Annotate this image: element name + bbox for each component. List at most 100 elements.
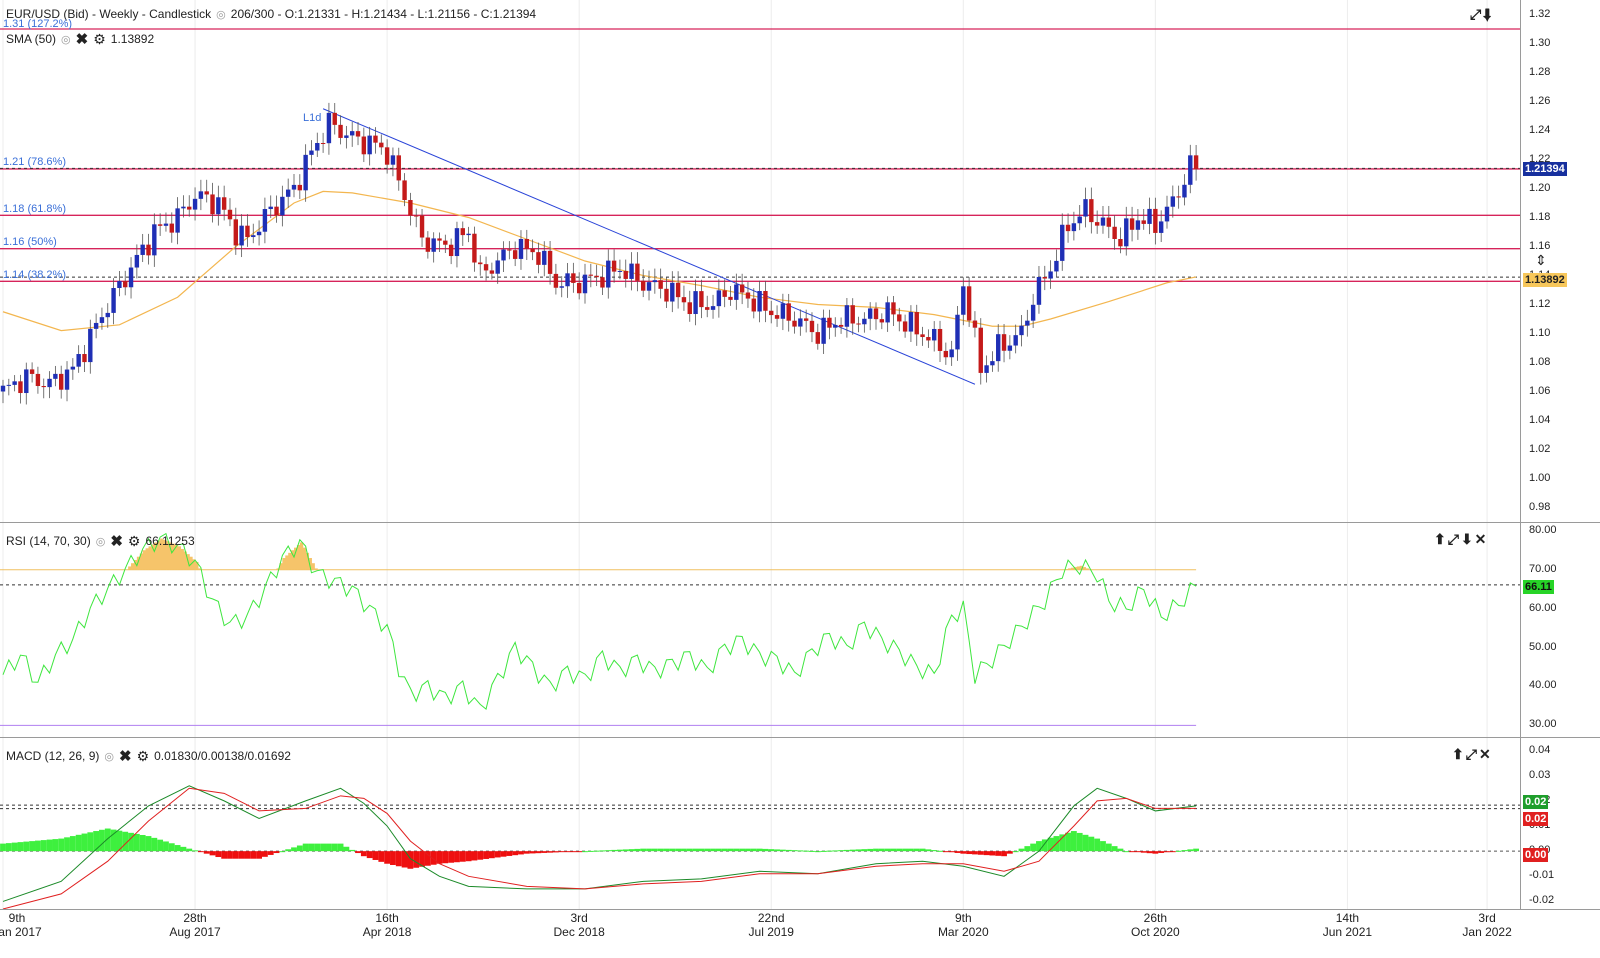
bear-candle [361, 136, 367, 155]
macd-histogram-bar [35, 840, 41, 852]
close-icon[interactable]: ✖ [76, 30, 89, 48]
bear-candle [274, 206, 279, 216]
bear-candle [425, 237, 431, 252]
macd-histogram-bar [46, 839, 53, 852]
macd-histogram-bar [261, 851, 268, 857]
bull-candle [1054, 260, 1059, 272]
arrow-down-icon[interactable]: ⬇ [1483, 6, 1494, 22]
eye-icon[interactable]: ◎ [61, 33, 71, 46]
fib-label-78: 1.21 (78.6%) [3, 156, 66, 168]
macd-histogram-bar [843, 849, 850, 852]
macd-histogram-bar [675, 848, 682, 852]
macd-histogram-bar [308, 843, 315, 852]
bear-candle [35, 373, 41, 387]
macd-histogram-bar [168, 843, 175, 852]
rsi-tick-label: 80.00 [1529, 523, 1557, 536]
macd-histogram-bar [1070, 831, 1077, 852]
rsi-pane[interactable]: RSI (14, 70, 30) ◎ ✖ ⚙ 66.11253 ⬆⤢⬇✕ [0, 523, 1520, 738]
bear-candle [902, 321, 908, 332]
expand-icon[interactable]: ⤢ [1466, 746, 1479, 762]
macd-histogram-bar [1082, 834, 1089, 852]
macd-histogram-bar [535, 851, 542, 854]
macd-histogram-bar [552, 851, 559, 853]
signal-line-tag: 0.02 [1523, 812, 1549, 826]
arrow-up-icon[interactable]: ⬆ [1452, 746, 1466, 762]
time-axis[interactable]: 9thJan 2017 28thAug 2017 16thApr 2018 3rdDe… [0, 909, 1600, 958]
macd-axis[interactable]: 0.040.030.020.010.00-0.01-0.02 0.02 0.02… [1520, 738, 1600, 910]
macd-histogram-bar [192, 850, 198, 852]
expand-icon[interactable]: ⤢ [1470, 6, 1483, 22]
close-icon[interactable]: ✕ [1479, 746, 1493, 762]
bull-candle [1083, 199, 1088, 217]
gear-icon[interactable]: ⚙ [128, 533, 141, 550]
macd-histogram-bar [221, 851, 228, 859]
fib-label-61: 1.18 (61.8%) [3, 203, 66, 215]
bull-candle [105, 312, 110, 318]
bull-candle [326, 112, 332, 144]
macd-histogram-bar [657, 848, 664, 852]
bear-candle [978, 327, 983, 373]
bull-candle [1077, 216, 1082, 224]
macd-histogram-bar [296, 845, 303, 852]
bear-candle [59, 373, 64, 390]
gear-icon[interactable]: ⚙ [93, 31, 106, 48]
price-tick-label: 1.08 [1529, 355, 1551, 368]
arrow-down-icon[interactable]: ⬇ [1461, 531, 1475, 547]
close-icon[interactable]: ✖ [119, 747, 132, 765]
bull-candle [734, 284, 739, 300]
macd-pane[interactable]: MACD (12, 26, 9) ◎ ✖ ⚙ 0.01830/0.00138/0… [0, 738, 1520, 910]
gear-icon[interactable]: ⚙ [137, 748, 150, 765]
rsi-value: 66.11253 [145, 534, 195, 548]
bear-candle [169, 223, 174, 233]
rsi-axis[interactable]: 80.00 70.00 60.00 50.00 40.00 30.00 66.11 [1520, 523, 1600, 738]
macd-histogram-bar [750, 848, 757, 852]
macd-histogram-bar [5, 843, 12, 852]
price-axis[interactable]: 1.321.301.281.261.241.221.201.181.161.14… [1520, 0, 1600, 523]
rsi-chart[interactable] [0, 523, 1520, 737]
bear-candle [687, 302, 692, 315]
macd-histogram-bar [390, 851, 396, 865]
candlestick-chart[interactable] [0, 0, 1520, 522]
macd-histogram-bar [331, 843, 338, 852]
price-tick-label: 1.18 [1529, 210, 1551, 223]
bear-candle [937, 328, 943, 351]
close-icon[interactable]: ✖ [110, 532, 123, 550]
bear-candle [827, 317, 832, 328]
overbought-fill [288, 552, 292, 570]
overbought-fill [128, 566, 132, 570]
bull-candle [93, 322, 99, 329]
macd-histogram-bar [69, 836, 76, 852]
eye-icon[interactable]: ◎ [104, 750, 114, 763]
bull-candle [163, 223, 169, 226]
bear-candle [594, 275, 599, 278]
macd-histogram-bar [942, 851, 949, 853]
rsi-tick-label: 60.00 [1529, 601, 1557, 614]
bull-candle [0, 385, 6, 392]
price-tick-label: 1.20 [1529, 181, 1551, 194]
macd-histogram-bar [151, 837, 158, 852]
macd-histogram-bar [1169, 851, 1176, 853]
bear-candle [803, 318, 809, 321]
macd-tick-label: 0.04 [1529, 743, 1551, 756]
macd-histogram-bar [1012, 851, 1019, 853]
price-pane[interactable]: EUR/USD (Bid) - Weekly - Candlestick ◎ 2… [0, 0, 1520, 523]
bear-candle [792, 320, 797, 327]
macd-histogram-bar [1006, 851, 1013, 854]
arrow-up-icon[interactable]: ⬆ [1434, 531, 1448, 547]
close-icon[interactable]: ✕ [1475, 531, 1489, 547]
bull-candle [1019, 325, 1024, 336]
bull-candle [280, 196, 285, 216]
macd-histogram-bar [832, 850, 839, 852]
expand-icon[interactable]: ⤢ [1448, 531, 1461, 547]
bull-candle [251, 235, 256, 238]
price-tick-label: 1.00 [1529, 471, 1551, 484]
eye-icon[interactable]: ◎ [216, 8, 226, 21]
macd-histogram-bar [1065, 832, 1071, 852]
macd-histogram-bar [948, 851, 955, 853]
eye-icon[interactable]: ◎ [96, 535, 106, 548]
drag-handle-icon[interactable]: ⇕ [1535, 252, 1547, 269]
bull-candle [821, 317, 826, 344]
macd-histogram-bar [1181, 850, 1188, 852]
bull-candle [1182, 184, 1187, 198]
macd-histogram-bar [285, 849, 292, 852]
